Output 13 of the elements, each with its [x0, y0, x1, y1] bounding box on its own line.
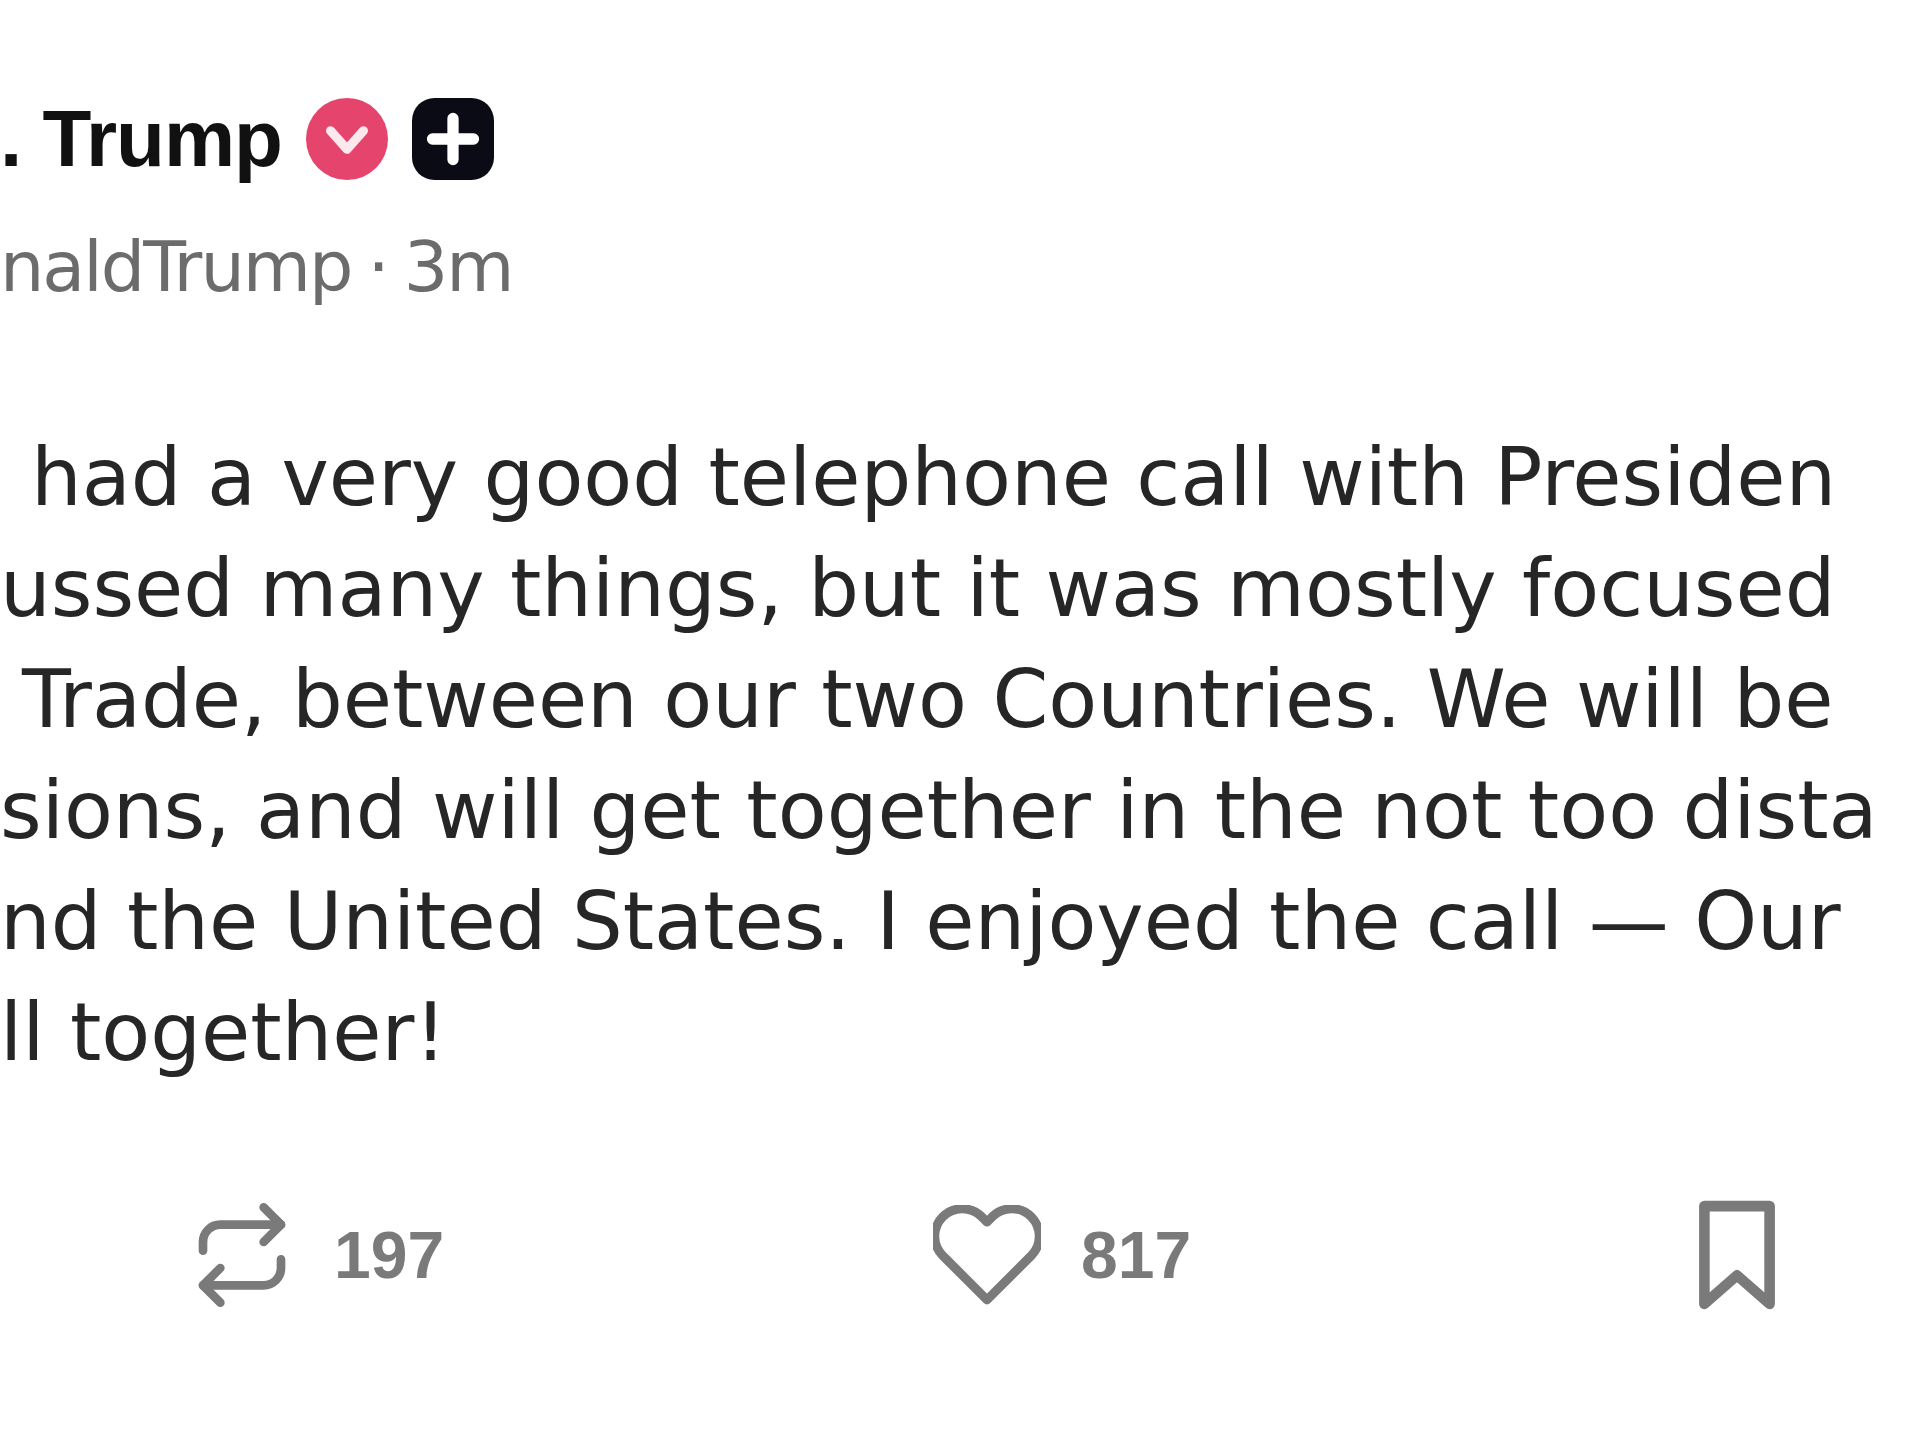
- separator-dot: ·: [367, 232, 388, 302]
- bookmark-icon: [1696, 1200, 1778, 1310]
- post-text-line: ll together!: [0, 985, 448, 1081]
- repost-button[interactable]: 197: [190, 1203, 445, 1307]
- bookmark-button[interactable]: [1696, 1200, 1778, 1310]
- post-time: 3m: [403, 232, 513, 302]
- post-text-line: nd the United States. I enjoyed the call — Our: [0, 874, 1842, 970]
- post-text-line: Trade, between our two Countries. We will be: [20, 652, 1835, 748]
- post-text-line: ussed many things, but it was mostly focused: [0, 541, 1837, 637]
- like-button[interactable]: 817: [933, 1205, 1192, 1305]
- post-text-line: sions, and will get together in the not too dista: [0, 763, 1879, 859]
- post-text-line: had a very good telephone call with Presiden: [30, 430, 1838, 526]
- heart-icon: [933, 1205, 1041, 1305]
